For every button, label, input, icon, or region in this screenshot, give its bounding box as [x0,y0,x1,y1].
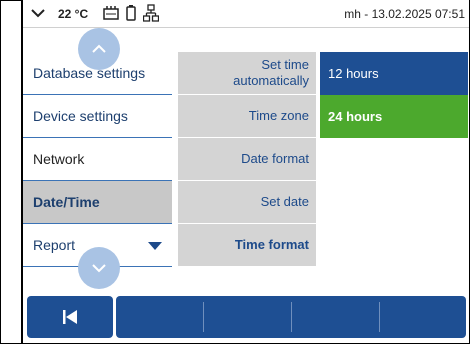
menu-item-date-time[interactable]: Date/Time [23,181,172,224]
submenu-label: Date format [241,151,309,166]
menu-item-device-settings[interactable]: Device settings [23,95,172,138]
option-label: 12 hours [328,66,379,81]
softkey-divider [291,302,292,332]
submenu-set-time-automatically[interactable]: Set time automatically [178,52,316,95]
device-time: mh - 13.02.2025 07:51 [344,7,465,21]
status-bar: 22 °C mh - 13.02.2025 07:51 [23,0,469,28]
time-format-options: 12 hours 24 hours [320,52,468,138]
date-time-submenu: Set time automatically Time zone Date fo… [178,52,316,267]
option-label: 24 hours [328,109,383,124]
menu-item-label: Date/Time [33,194,100,210]
softkey-divider [379,302,380,332]
chevron-down-icon [92,264,106,273]
softkey-bar [116,296,466,338]
scroll-up-button[interactable] [78,28,120,70]
submenu-label: Set date [260,194,309,209]
menu-item-label: Network [33,151,85,167]
scroll-down-button[interactable] [78,247,120,289]
triangle-down-icon [148,242,162,250]
menu-item-network[interactable]: Network [23,138,172,181]
chevron-down-icon[interactable] [29,4,47,22]
submenu-set-date[interactable]: Set date [178,181,316,224]
chevron-up-icon [92,44,106,53]
settings-menu: Database settings Device settings Networ… [23,52,172,267]
battery-icon [126,5,136,21]
memory-icon [103,6,119,20]
bottom-toolbar [23,294,469,338]
network-icon [143,4,159,22]
submenu-time-format[interactable]: Time format [178,224,316,267]
menu-item-label: Device settings [33,108,128,124]
menu-item-label: Report [33,237,76,253]
submenu-time-zone[interactable]: Time zone [178,95,316,138]
submenu-date-format[interactable]: Date format [178,138,316,181]
temperature-readout: 22 °C [58,7,89,21]
option-24-hours[interactable]: 24 hours [320,95,468,138]
submenu-label: Set time automatically [233,57,309,88]
softkey-divider [203,302,204,332]
back-button[interactable] [27,296,113,338]
option-12-hours[interactable]: 12 hours [320,52,468,95]
skip-back-icon [63,310,77,324]
submenu-label: Time zone [248,108,309,123]
submenu-label: Time format [234,237,309,252]
